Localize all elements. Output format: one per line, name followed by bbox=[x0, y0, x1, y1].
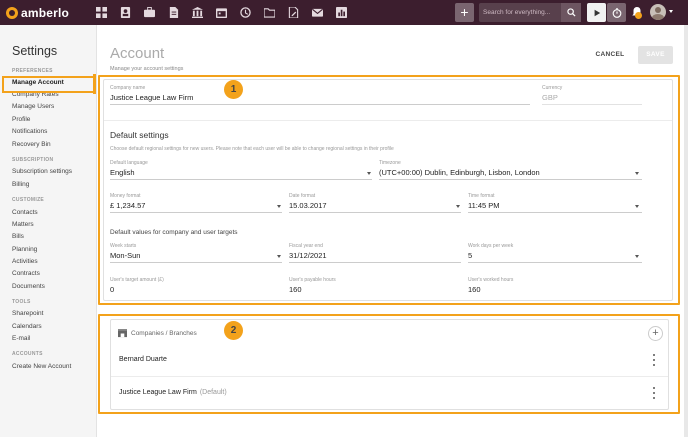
sidebar-item-calendars[interactable]: Calendars bbox=[12, 323, 42, 330]
sidebar-item-profile[interactable]: Profile bbox=[12, 116, 30, 123]
sidebar-item-manage-users[interactable]: Manage Users bbox=[12, 103, 54, 110]
bank-icon[interactable] bbox=[190, 5, 204, 19]
document-icon[interactable] bbox=[166, 5, 180, 19]
global-search bbox=[479, 3, 581, 22]
sidebar-item-planning[interactable]: Planning bbox=[12, 246, 37, 253]
sidebar-item-activities[interactable]: Activities bbox=[12, 258, 38, 265]
contacts-icon[interactable] bbox=[118, 5, 132, 19]
sidebar-item-sharepoint[interactable]: Sharepoint bbox=[12, 310, 43, 317]
annotation-badge-2: 2 bbox=[224, 321, 243, 340]
stopwatch-button[interactable] bbox=[607, 3, 626, 22]
section-subscription: SUBSCRIPTION bbox=[12, 157, 54, 163]
save-button[interactable]: SAVE bbox=[638, 46, 673, 64]
calendar-icon[interactable] bbox=[214, 5, 228, 19]
annotation-box-2 bbox=[98, 314, 680, 414]
reports-icon[interactable] bbox=[334, 5, 348, 19]
scrollbar[interactable] bbox=[684, 25, 688, 437]
stopwatch-icon bbox=[612, 7, 621, 18]
section-customize: CUSTOMIZE bbox=[12, 197, 45, 203]
app-logo[interactable]: amberlo bbox=[6, 6, 69, 20]
sidebar-item-contracts[interactable]: Contracts bbox=[12, 270, 40, 277]
search-input[interactable] bbox=[483, 6, 559, 19]
quick-add-button[interactable]: + bbox=[455, 3, 474, 22]
top-bar: amberlo + bbox=[0, 0, 688, 25]
active-indicator bbox=[93, 74, 96, 94]
sidebar-item-recovery-bin[interactable]: Recovery Bin bbox=[12, 141, 51, 148]
sidebar-item-contacts[interactable]: Contacts bbox=[12, 209, 38, 216]
file-edit-icon[interactable] bbox=[286, 5, 300, 19]
notification-badge bbox=[635, 12, 642, 19]
section-preferences: PREFERENCES bbox=[12, 68, 53, 74]
cancel-button[interactable]: CANCEL bbox=[591, 48, 629, 62]
sidebar-item-bills[interactable]: Bills bbox=[12, 233, 24, 240]
sidebar-item-subscription-settings[interactable]: Subscription settings bbox=[12, 168, 72, 175]
logo-mark-icon bbox=[6, 7, 18, 19]
folder-icon[interactable] bbox=[262, 5, 276, 19]
chevron-down-icon[interactable] bbox=[669, 10, 673, 13]
play-icon bbox=[594, 9, 600, 16]
search-icon[interactable] bbox=[561, 3, 581, 22]
highlight-manage-account bbox=[2, 76, 95, 93]
mail-icon[interactable] bbox=[310, 5, 324, 19]
sidebar-item-billing[interactable]: Billing bbox=[12, 181, 29, 188]
sidebar-item-create-new-account[interactable]: Create New Account bbox=[12, 363, 71, 370]
history-icon[interactable] bbox=[238, 5, 252, 19]
play-timer-button[interactable] bbox=[587, 3, 606, 22]
sidebar-item-notifications[interactable]: Notifications bbox=[12, 128, 47, 135]
annotation-badge-1: 1 bbox=[224, 80, 243, 99]
sidebar-item-email[interactable]: E-mail bbox=[12, 335, 30, 342]
sidebar-title: Settings bbox=[12, 44, 58, 58]
sidebar-item-documents[interactable]: Documents bbox=[12, 283, 45, 290]
main-nav bbox=[94, 5, 348, 19]
briefcase-icon[interactable] bbox=[142, 5, 156, 19]
annotation-box-1 bbox=[98, 75, 680, 305]
page-subtitle: Manage your account settings bbox=[110, 66, 184, 72]
sidebar-item-matters[interactable]: Matters bbox=[12, 221, 34, 228]
avatar[interactable] bbox=[650, 4, 666, 20]
section-accounts: ACCOUNTS bbox=[12, 351, 43, 357]
logo-text: amberlo bbox=[21, 6, 70, 20]
grid-icon[interactable] bbox=[94, 5, 108, 19]
section-tools: TOOLS bbox=[12, 299, 31, 305]
page-title: Account bbox=[110, 45, 165, 62]
